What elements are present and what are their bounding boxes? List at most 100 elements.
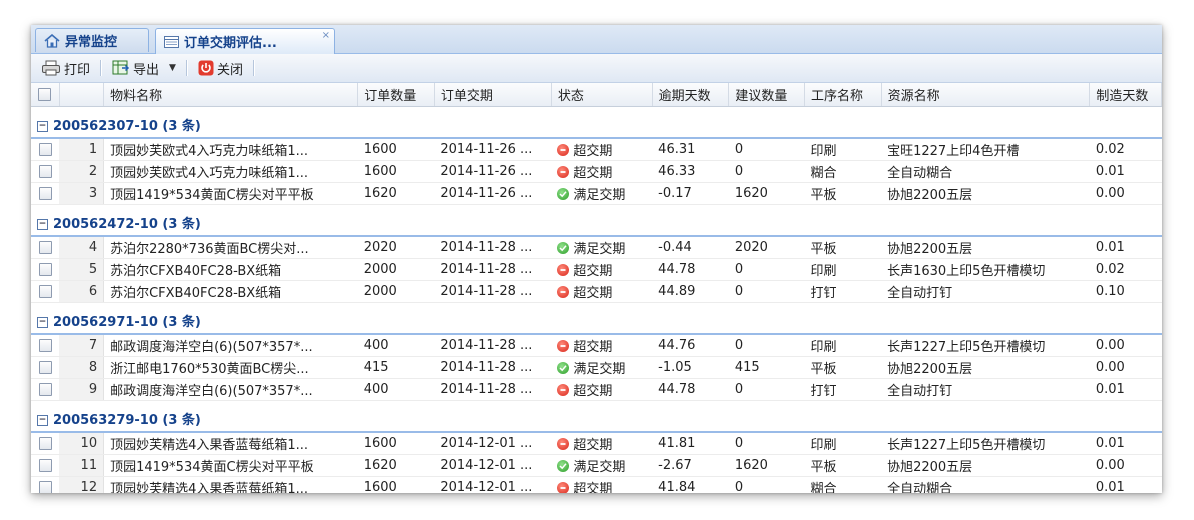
- cell-resource-name: 协旭2200五层: [881, 236, 1090, 259]
- group-header-row[interactable]: −200562307-10 (3 条): [31, 106, 1162, 139]
- cell-mfg-days: 0.02: [1089, 258, 1162, 281]
- cell-overdue-days: -0.44: [652, 236, 729, 259]
- row-checkbox-cell: [31, 182, 60, 205]
- group-header-cell[interactable]: −200562307-10 (3 条): [31, 106, 1162, 139]
- warning-circle-icon: [557, 143, 570, 156]
- cell-material-name: 浙江邮电1760*530黄面BC楞尖...: [103, 356, 358, 379]
- row-checkbox[interactable]: [38, 383, 52, 396]
- cell-resource-name: 全自动打钉: [881, 280, 1090, 303]
- cell-status: 超交期: [551, 138, 653, 161]
- cell-material-name: 顶园妙芙精选4入果香蓝莓纸箱1...: [103, 476, 358, 493]
- group-header-cell[interactable]: −200562472-10 (3 条): [31, 204, 1162, 237]
- collapse-icon[interactable]: −: [37, 120, 48, 132]
- status-badge: 满足交期: [557, 358, 625, 377]
- check-circle-icon: [557, 361, 570, 374]
- table-row[interactable]: 5 苏泊尔CFXB40FC28-BX纸箱 2000 2014-11-28 ... 超交期…: [31, 258, 1162, 281]
- chevron-down-icon[interactable]: ▼: [169, 63, 176, 73]
- column-header-process-name[interactable]: 工序名称: [804, 83, 882, 107]
- cell-status: 超交期: [551, 378, 653, 401]
- column-header-material-name[interactable]: 物料名称: [103, 83, 359, 107]
- cell-material-name: 顶园妙芙精选4入果香蓝莓纸箱1...: [103, 432, 358, 455]
- close-button[interactable]: 关闭: [194, 57, 247, 79]
- cell-suggested-qty: 0: [728, 280, 805, 303]
- cell-order-qty: 1600: [357, 160, 435, 183]
- group-header-row[interactable]: −200562472-10 (3 条): [31, 204, 1162, 237]
- cell-order-due: 2014-11-28 ...: [434, 236, 552, 259]
- row-checkbox[interactable]: [38, 339, 52, 352]
- status-badge: 超交期: [557, 282, 612, 301]
- table-row[interactable]: 3 顶园1419*534黄面C楞尖对平平板 1620 2014-11-26 ... 满足…: [31, 182, 1162, 205]
- table-row[interactable]: 6 苏泊尔CFXB40FC28-BX纸箱 2000 2014-11-28 ... 超交期…: [31, 280, 1162, 303]
- close-icon[interactable]: ×: [322, 30, 330, 41]
- row-number: 8: [59, 356, 105, 379]
- table-row[interactable]: 2 顶园妙芙欧式4入巧克力味纸箱1... 1600 2014-11-26 ... 超交期…: [31, 160, 1162, 183]
- table-row[interactable]: 12 顶园妙芙精选4入果香蓝莓纸箱1... 1600 2014-12-01 ... 超交…: [31, 476, 1162, 493]
- row-checkbox[interactable]: [38, 459, 52, 472]
- table-row[interactable]: 4 苏泊尔2280*736黄面BC楞尖对... 2020 2014-11-28 ...…: [31, 236, 1162, 259]
- collapse-icon[interactable]: −: [37, 414, 48, 426]
- cell-suggested-qty: 0: [728, 258, 805, 281]
- group-title: 200562307-10 (3 条): [53, 118, 201, 134]
- row-checkbox-cell: [31, 356, 60, 379]
- cell-order-due: 2014-11-26 ...: [434, 138, 552, 161]
- row-number: 9: [59, 378, 105, 401]
- row-checkbox[interactable]: [38, 285, 52, 298]
- cell-overdue-days: -1.05: [652, 356, 729, 379]
- cell-order-due: 2014-11-26 ...: [434, 182, 552, 205]
- tab-order-delivery-evaluation[interactable]: 订单交期评估... ×: [155, 28, 335, 54]
- cell-order-due: 2014-11-28 ...: [434, 334, 552, 357]
- cell-overdue-days: 44.78: [652, 378, 729, 401]
- cell-suggested-qty: 0: [728, 334, 805, 357]
- row-checkbox[interactable]: [38, 241, 52, 254]
- column-header-mfg-days[interactable]: 制造天数: [1089, 83, 1162, 107]
- table-row[interactable]: 10 顶园妙芙精选4入果香蓝莓纸箱1... 1600 2014-12-01 ... 超交…: [31, 432, 1162, 455]
- column-header-resource-name[interactable]: 资源名称: [881, 83, 1091, 107]
- select-all-checkbox[interactable]: [38, 88, 52, 101]
- cell-order-due: 2014-11-28 ...: [434, 356, 552, 379]
- cell-order-qty: 2000: [357, 280, 435, 303]
- status-text: 超交期: [573, 340, 613, 355]
- row-checkbox[interactable]: [38, 361, 52, 374]
- row-checkbox[interactable]: [38, 437, 52, 450]
- table-row[interactable]: 11 顶园1419*534黄面C楞尖对平平板 1620 2014-12-01 ... 满…: [31, 454, 1162, 477]
- group-header-cell[interactable]: −200563279-10 (3 条): [31, 400, 1162, 433]
- cell-mfg-days: 0.01: [1089, 476, 1162, 493]
- column-header-suggested-qty[interactable]: 建议数量: [728, 83, 805, 107]
- column-header-status[interactable]: 状态: [551, 83, 653, 107]
- cell-process-name: 糊合: [804, 476, 882, 493]
- export-button[interactable]: 导出 ▼: [108, 57, 180, 79]
- group-header-cell[interactable]: −200562971-10 (3 条): [31, 302, 1162, 335]
- cell-order-due: 2014-11-28 ...: [434, 280, 552, 303]
- table-row[interactable]: 7 邮政调度海洋空白(6)(507*357*... 400 2014-11-28 ..…: [31, 334, 1162, 357]
- table-row[interactable]: 1 顶园妙芙欧式4入巧克力味纸箱1... 1600 2014-11-26 ... 超交期…: [31, 138, 1162, 161]
- cell-process-name: 糊合: [804, 160, 882, 183]
- cell-suggested-qty: 0: [728, 138, 805, 161]
- row-checkbox[interactable]: [38, 263, 52, 276]
- row-checkbox-cell: [31, 258, 60, 281]
- column-header-order-due[interactable]: 订单交期: [434, 83, 552, 107]
- cell-material-name: 顶园妙芙欧式4入巧克力味纸箱1...: [103, 138, 358, 161]
- table-row[interactable]: 8 浙江邮电1760*530黄面BC楞尖... 415 2014-11-28 ... 满…: [31, 356, 1162, 379]
- group-header-row[interactable]: −200563279-10 (3 条): [31, 400, 1162, 433]
- tab-exception-monitor[interactable]: 异常监控: [35, 28, 149, 52]
- print-button[interactable]: 打印: [37, 57, 94, 79]
- cell-material-name: 顶园1419*534黄面C楞尖对平平板: [103, 182, 358, 205]
- row-checkbox[interactable]: [38, 481, 52, 493]
- status-text: 超交期: [573, 438, 613, 453]
- status-badge: 满足交期: [557, 184, 625, 203]
- collapse-icon[interactable]: −: [37, 316, 48, 328]
- collapse-icon[interactable]: −: [37, 218, 48, 230]
- column-header-overdue-days[interactable]: 逾期天数: [652, 83, 730, 107]
- column-header-order-qty[interactable]: 订单数量: [357, 83, 435, 107]
- select-all-checkbox-cell: [31, 83, 60, 107]
- print-label: 打印: [64, 62, 91, 78]
- cell-resource-name: 长声1630上印5色开槽模切: [881, 258, 1090, 281]
- row-checkbox[interactable]: [38, 143, 52, 156]
- row-checkbox[interactable]: [38, 165, 52, 178]
- row-checkbox[interactable]: [38, 187, 52, 200]
- cell-order-due: 2014-11-26 ...: [434, 160, 552, 183]
- row-number: 12: [59, 476, 105, 493]
- cell-order-qty: 1600: [357, 476, 435, 493]
- table-row[interactable]: 9 邮政调度海洋空白(6)(507*357*... 400 2014-11-28 ..…: [31, 378, 1162, 401]
- group-header-row[interactable]: −200562971-10 (3 条): [31, 302, 1162, 335]
